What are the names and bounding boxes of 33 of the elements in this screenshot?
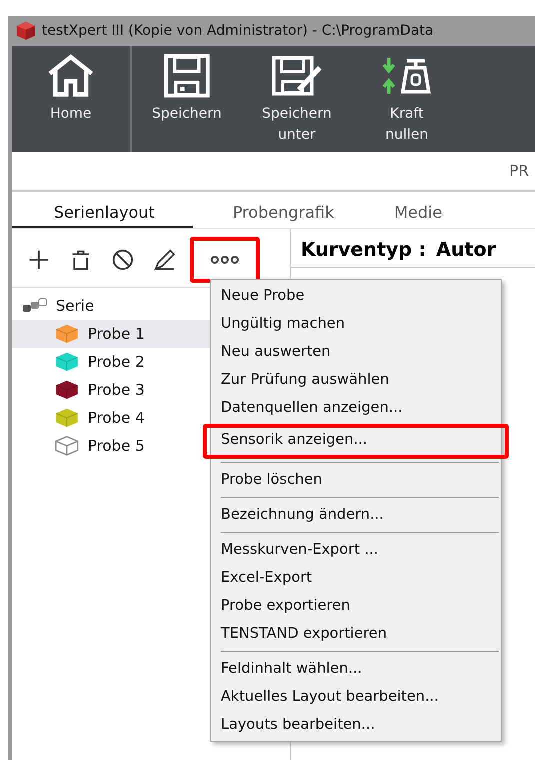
menu-item[interactable]: Layouts bearbeiten... — [211, 711, 501, 739]
menu-item[interactable]: Sensorik anzeigen... — [203, 424, 509, 459]
tree-item[interactable]: Serie — [12, 292, 210, 320]
tree-item[interactable]: Probe 1 — [12, 320, 210, 348]
tab[interactable]: Serienlayout — [12, 203, 193, 228]
menu-item[interactable]: TENSTAND exportieren — [211, 620, 501, 648]
ellipsis-icon — [210, 254, 240, 266]
cube-icon — [16, 21, 36, 41]
menu-item[interactable]: Bezeichnung ändern... — [211, 501, 501, 529]
field-value: Autor — [436, 239, 496, 261]
menu-item[interactable]: Feldinhalt wählen... — [211, 655, 501, 683]
menu-item[interactable]: Ungültig machen — [211, 310, 501, 338]
plus-icon — [28, 249, 50, 271]
field-label: Kurventyp : — [301, 239, 426, 261]
section-heading: PR — [510, 162, 529, 180]
menu-item[interactable]: Aktuelles Layout bearbeiten... — [211, 683, 501, 711]
tree-item[interactable]: Probe 3 — [12, 376, 210, 404]
menu-item[interactable]: Neue Probe — [211, 282, 501, 310]
menu-item[interactable]: Zur Prüfung auswählen — [211, 366, 501, 394]
pencil-icon — [154, 249, 176, 271]
floppy-pencil-icon — [271, 54, 323, 98]
tab[interactable]: Medie — [374, 203, 462, 228]
window-title: testXpert III (Kopie von Administrator) - C:\ProgramData — [42, 23, 434, 39]
menu-item[interactable]: Probe exportieren — [211, 592, 501, 620]
prohibited-icon — [112, 249, 134, 271]
menu-item[interactable]: Messkurven-Export ... — [211, 536, 501, 564]
menu-item[interactable]: Neu auswerten — [211, 338, 501, 366]
tab[interactable]: Probengrafik — [212, 203, 354, 228]
menu-item[interactable]: Excel-Export — [211, 564, 501, 592]
menu-item[interactable]: Datenquellen anzeigen... — [211, 394, 501, 422]
tree-item[interactable]: Probe 2 — [12, 348, 210, 376]
menu-item[interactable]: Probe löschen — [211, 466, 501, 494]
trash-icon — [70, 249, 92, 271]
